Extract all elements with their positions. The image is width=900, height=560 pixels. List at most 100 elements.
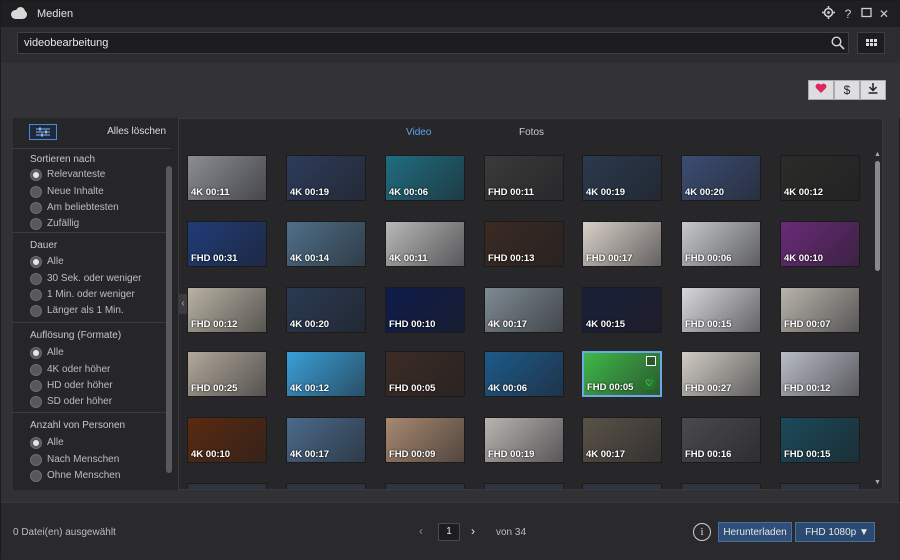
media-thumbnail[interactable]: FHD 00:06: [681, 221, 761, 267]
media-thumbnail[interactable]: 4K 00:20: [286, 287, 366, 333]
scroll-up-icon[interactable]: ▲: [874, 151, 881, 158]
resolution-option[interactable]: SD oder höher: [30, 395, 112, 408]
people-option[interactable]: Nach Menschen: [30, 453, 119, 466]
radio-icon: [30, 201, 42, 214]
media-thumbnail[interactable]: 4K 00:15: [582, 287, 662, 333]
radio-icon: [30, 395, 42, 408]
resolution-option[interactable]: Alle: [30, 346, 64, 359]
media-thumbnail[interactable]: FHD 00:09: [385, 417, 465, 463]
quality-dropdown[interactable]: FHD 1080p ▼: [795, 522, 875, 542]
sort-option[interactable]: Relevanteste: [30, 168, 105, 181]
media-thumbnail[interactable]: FHD 00:17: [582, 221, 662, 267]
sidebar-scrollbar[interactable]: [166, 166, 172, 473]
grid-scrollbar[interactable]: ▲ ▼: [874, 151, 882, 488]
next-page-icon[interactable]: ›: [471, 524, 475, 538]
media-thumbnail[interactable]: 4K 00:06: [484, 351, 564, 397]
media-thumbnail[interactable]: 4K 00:20: [681, 155, 761, 201]
duration-label: 4K 00:17: [586, 449, 626, 460]
media-thumbnail[interactable]: FHD 00:19: [484, 417, 564, 463]
media-thumbnail[interactable]: [780, 483, 860, 489]
media-thumbnail[interactable]: FHD 00:10: [385, 287, 465, 333]
download-button[interactable]: [860, 80, 886, 100]
media-thumbnail[interactable]: 4K 00:10: [780, 221, 860, 267]
page-number-input[interactable]: 1: [438, 523, 460, 541]
select-checkbox[interactable]: [646, 356, 656, 366]
scroll-down-icon[interactable]: ▼: [874, 479, 881, 486]
tab-video[interactable]: Video: [406, 127, 431, 138]
media-thumbnail[interactable]: FHD 00:31: [187, 221, 267, 267]
selection-count: 0 Datei(en) ausgewählt: [13, 527, 116, 538]
media-thumbnail[interactable]: FHD 00:25: [187, 351, 267, 397]
media-thumbnail[interactable]: FHD 00:15: [681, 287, 761, 333]
media-thumbnail[interactable]: FHD 00:05: [385, 351, 465, 397]
media-thumbnail[interactable]: 4K 00:17: [286, 417, 366, 463]
favorites-heart-button[interactable]: [808, 80, 834, 100]
search-input[interactable]: videobearbeitung: [17, 32, 849, 54]
media-thumbnail[interactable]: FHD 00:13: [484, 221, 564, 267]
duration-option[interactable]: 1 Min. oder weniger: [30, 288, 135, 301]
media-thumbnail[interactable]: 4K 00:17: [484, 287, 564, 333]
download-button-footer[interactable]: Herunterladen: [718, 522, 792, 542]
close-icon[interactable]: ✕: [877, 6, 891, 22]
search-icon[interactable]: [831, 36, 845, 50]
media-thumbnail[interactable]: FHD 00:12: [780, 351, 860, 397]
media-thumbnail[interactable]: [582, 483, 662, 489]
media-thumbnail[interactable]: 4K 00:10: [187, 417, 267, 463]
media-thumbnail[interactable]: [187, 483, 267, 489]
sort-option[interactable]: Zufällig: [30, 217, 79, 230]
media-thumbnail[interactable]: FHD 00:11: [484, 155, 564, 201]
media-thumbnail[interactable]: 4K 00:11: [385, 221, 465, 267]
media-thumbnail[interactable]: FHD 00:05 ♡: [582, 351, 662, 397]
tab-photos[interactable]: Fotos: [519, 127, 544, 138]
media-thumbnail[interactable]: [681, 483, 761, 489]
media-thumbnail[interactable]: 4K 00:19: [582, 155, 662, 201]
radio-icon: [30, 185, 42, 198]
media-thumbnail[interactable]: FHD 00:07: [780, 287, 860, 333]
duration-label: 4K 00:19: [290, 187, 330, 198]
people-option[interactable]: Alle: [30, 436, 64, 449]
previous-page-icon[interactable]: ‹: [419, 524, 423, 538]
duration-label: 4K 00:17: [290, 449, 330, 460]
resolution-option[interactable]: HD oder höher: [30, 379, 113, 392]
duration-label: FHD 00:12: [191, 319, 238, 330]
scroll-thumb[interactable]: [875, 161, 880, 271]
sort-option[interactable]: Am beliebtesten: [30, 201, 119, 214]
duration-option[interactable]: Alle: [30, 255, 64, 268]
media-thumbnail[interactable]: FHD 00:12: [187, 287, 267, 333]
media-window: Medien ? ✕ videobearbeitung $ Alles lösc…: [0, 0, 900, 560]
duration-label: 4K 00:11: [389, 253, 428, 264]
purchase-dollar-button[interactable]: $: [834, 80, 860, 100]
filter-toggle-button[interactable]: [29, 124, 57, 140]
duration-label: 4K 00:12: [784, 187, 824, 198]
maximize-icon[interactable]: [859, 6, 873, 22]
favorite-heart-icon[interactable]: ♡: [642, 376, 656, 390]
media-thumbnail[interactable]: 4K 00:17: [582, 417, 662, 463]
duration-label: 4K 00:14: [290, 253, 330, 264]
clear-all-filters-link[interactable]: Alles löschen: [107, 126, 166, 137]
media-thumbnail[interactable]: FHD 00:15: [780, 417, 860, 463]
media-thumbnail[interactable]: 4K 00:12: [286, 351, 366, 397]
media-thumbnail[interactable]: [385, 483, 465, 489]
media-thumbnail[interactable]: 4K 00:06: [385, 155, 465, 201]
people-option[interactable]: Ohne Menschen: [30, 469, 120, 482]
duration-label: 4K 00:10: [191, 449, 231, 460]
duration-option[interactable]: Länger als 1 Min.: [30, 304, 124, 317]
grid-view-button[interactable]: [857, 32, 885, 54]
radio-icon: [30, 304, 42, 317]
media-thumbnail[interactable]: 4K 00:12: [780, 155, 860, 201]
duration-label: FHD 00:13: [488, 253, 535, 264]
info-icon[interactable]: i: [693, 523, 711, 541]
resolution-option[interactable]: 4K oder höher: [30, 363, 110, 376]
media-thumbnail[interactable]: 4K 00:14: [286, 221, 366, 267]
media-thumbnail[interactable]: [286, 483, 366, 489]
duration-option[interactable]: 30 Sek. oder weniger: [30, 272, 142, 285]
media-thumbnail[interactable]: [484, 483, 564, 489]
radio-icon: [30, 217, 42, 230]
media-thumbnail[interactable]: FHD 00:27: [681, 351, 761, 397]
help-icon[interactable]: ?: [841, 6, 855, 22]
sort-option[interactable]: Neue Inhalte: [30, 185, 104, 198]
media-thumbnail[interactable]: 4K 00:19: [286, 155, 366, 201]
settings-gear-icon[interactable]: [821, 6, 835, 22]
media-thumbnail[interactable]: 4K 00:11: [187, 155, 267, 201]
media-thumbnail[interactable]: FHD 00:16: [681, 417, 761, 463]
